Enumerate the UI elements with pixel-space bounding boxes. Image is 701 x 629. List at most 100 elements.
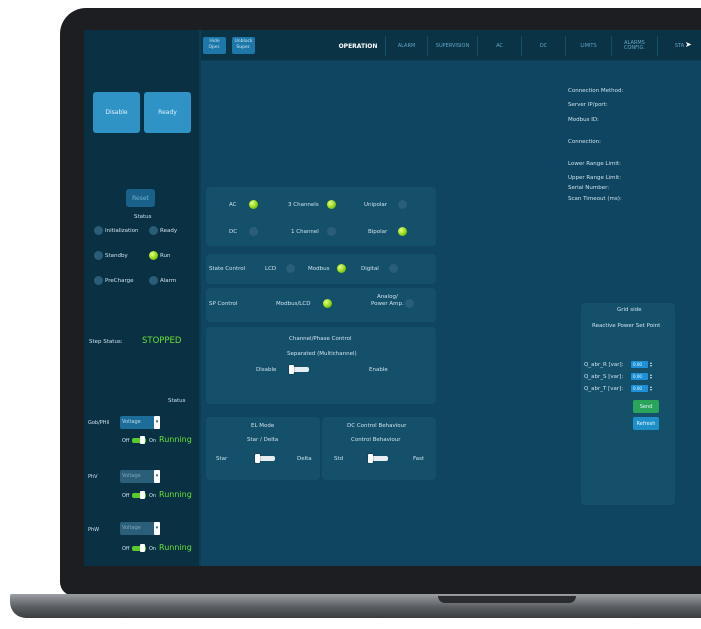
row1-on: On	[149, 438, 157, 444]
analog-led[interactable]	[405, 299, 414, 308]
analog-label: Analog/ Power Amp.	[371, 294, 404, 307]
row3-chevron-down-icon[interactable]: ▾	[154, 522, 160, 535]
separated-label: Separated (Multichannel)	[287, 351, 357, 357]
row2-toggle-knob	[140, 491, 145, 499]
tab-alarm[interactable]: ALARM	[385, 36, 427, 56]
main-panel: AC 3 Channels Unipolar DC 1 Channel Bipo…	[201, 61, 701, 566]
tab-limits[interactable]: LIMITS	[565, 36, 611, 56]
el-mode-title: EL Mode	[251, 423, 275, 429]
channel-phase-title: Channel/Phase Control	[289, 336, 352, 342]
row2-chevron-down-icon[interactable]: ▾	[154, 470, 160, 483]
dc-behaviour-title: DC Control Behaviour	[347, 423, 407, 429]
delta-label: Delta	[297, 456, 312, 462]
unipolar-led[interactable]	[398, 200, 407, 209]
star-label: Star	[216, 456, 228, 462]
laptop-base	[10, 594, 701, 618]
channels3-led[interactable]	[327, 200, 336, 209]
status2-title: Status	[168, 398, 186, 404]
refresh-button[interactable]: Refresh	[633, 417, 659, 430]
tab-supervision[interactable]: SUPERVISION	[427, 36, 477, 56]
status-label-alarm: Alarm	[160, 278, 177, 284]
hide-operation-button[interactable]: Hide Oper.	[203, 37, 226, 54]
dc-label: DC	[229, 229, 238, 235]
ac-led[interactable]	[249, 200, 258, 209]
reactive-power-title: Reactive Power Set Point	[592, 323, 661, 329]
q-r-label: Q_abr_R [var]:	[584, 362, 624, 368]
row3-select[interactable]: Voltage	[120, 522, 158, 535]
disable-button[interactable]: Disable	[93, 92, 140, 133]
row3-off: Off	[122, 546, 130, 552]
row1-label: Gob/PHil	[88, 420, 110, 426]
lcd-led[interactable]	[286, 264, 295, 273]
bipolar-led[interactable]	[398, 227, 407, 236]
dc-behaviour-knob[interactable]	[368, 454, 373, 463]
el-mode-knob[interactable]	[255, 454, 260, 463]
app-screen: Disable Ready Reset Status Initializatio…	[84, 30, 701, 566]
ac-label: AC	[229, 202, 237, 208]
tab-bar: Hide Oper. Unblock Super. OPERATION ALAR…	[201, 30, 701, 60]
modbus-lcd-label: Modbus/LCD	[276, 301, 311, 307]
connection-method-label: Connection Method:	[568, 88, 624, 94]
status-led-ready	[149, 226, 158, 235]
upper-range-label: Upper Range Limit:	[568, 175, 622, 181]
tab-alarms-config[interactable]: ALARMS CONFIG.	[611, 36, 657, 56]
row2-label: PhV	[88, 474, 98, 480]
row1-chevron-down-icon[interactable]: ▾	[154, 416, 160, 429]
laptop-notch	[438, 596, 576, 603]
status-title: Status	[134, 214, 152, 220]
modbus-led[interactable]	[337, 264, 346, 273]
mode-panel	[206, 187, 436, 246]
row3-on: On	[149, 546, 157, 552]
std-label: Std	[334, 456, 344, 462]
connection-label: Connection:	[568, 139, 601, 145]
state-control-label: State Control	[209, 266, 246, 272]
scan-timeout-label: Scan Timeout (ms):	[568, 196, 622, 202]
channels3-label: 3 Channels	[288, 202, 319, 208]
modbus-label: Modbus	[308, 266, 330, 272]
channel1-led[interactable]	[327, 227, 336, 236]
status-led-run	[149, 251, 158, 260]
bipolar-label: Bipolar	[368, 229, 388, 235]
channel1-label: 1 Channel	[291, 229, 319, 235]
digital-led[interactable]	[389, 264, 398, 273]
unipolar-label: Unipolar	[364, 202, 388, 208]
status-label-run: Run	[160, 253, 171, 259]
row2-select[interactable]: Voltage	[120, 470, 158, 483]
q-t-spinner-icon[interactable]: ▴ ▾	[650, 385, 656, 392]
dc-led[interactable]	[249, 227, 258, 236]
enable-label: Enable	[369, 367, 388, 373]
row2-running: Running	[159, 490, 192, 499]
tab-state[interactable]: STA	[657, 36, 701, 56]
row2-off: Off	[122, 493, 130, 499]
q-s-spinner-icon[interactable]: ▴ ▾	[650, 373, 656, 380]
q-r-spinner-icon[interactable]: ▴ ▾	[650, 361, 656, 368]
send-button[interactable]: Send	[633, 400, 659, 413]
fast-label: Fast	[413, 456, 425, 462]
unblock-supervision-button[interactable]: Unblock Super.	[232, 37, 255, 54]
status-label-ready: Ready	[160, 228, 178, 234]
mouse-cursor-icon: ➤	[685, 40, 692, 49]
sidebar: Disable Ready Reset Status Initializatio…	[84, 30, 199, 566]
star-delta-label: Star / Delta	[247, 437, 279, 443]
tab-operation[interactable]: OPERATION	[331, 36, 385, 56]
tab-ac[interactable]: AC	[477, 36, 521, 56]
row1-running: Running	[159, 435, 192, 444]
q-s-input[interactable]: 0.00	[631, 373, 648, 380]
q-t-input[interactable]: 0.00	[631, 385, 648, 392]
ready-button[interactable]: Ready	[144, 92, 191, 133]
modbus-lcd-led[interactable]	[323, 299, 332, 308]
row2-on: On	[149, 493, 157, 499]
control-behaviour-label: Control Behaviour	[351, 437, 401, 443]
status-label-initialization: Initialization	[105, 228, 139, 234]
grid-side-panel	[581, 303, 675, 505]
status-label-standby: Standby	[105, 253, 128, 259]
modbus-id-label: Modbus ID:	[568, 117, 599, 123]
channel-phase-knob[interactable]	[289, 365, 294, 374]
digital-label: Digital	[361, 266, 379, 272]
tab-dc[interactable]: DC	[521, 36, 565, 56]
q-r-input[interactable]: 0.00	[631, 361, 648, 368]
row1-select[interactable]: Voltage	[120, 416, 158, 429]
step-status-label: Step Status:	[89, 339, 123, 345]
disable-label: Disable	[256, 367, 277, 373]
reset-button[interactable]: Reset	[126, 189, 155, 207]
